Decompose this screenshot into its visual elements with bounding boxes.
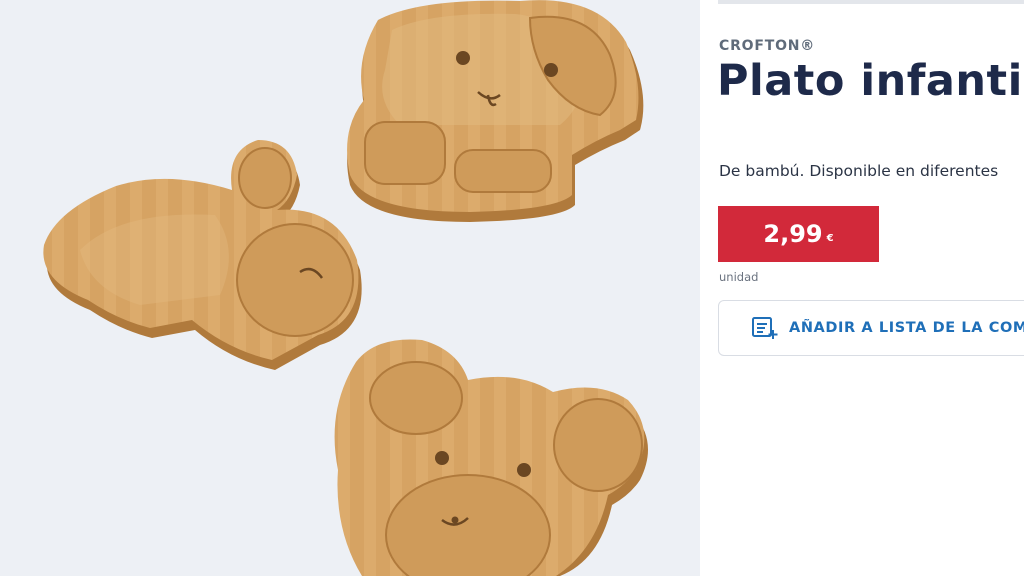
price-value: 2,99 [763,220,823,248]
divider [718,0,1024,4]
product-brand: CROFTON® [719,38,816,54]
bear-plate [334,339,648,576]
add-to-shopping-list-button[interactable]: AÑADIR A LISTA DE LA COMPRA [718,300,1024,356]
product-info-panel: CROFTON® Plato infantil De bambú. Dispon… [700,0,1024,576]
price-currency: € [826,232,834,244]
price-badge: 2,99 € [718,206,879,262]
product-description: De bambú. Disponible en diferentes [719,162,999,180]
product-photo [43,0,648,576]
product-title: Plato infantil [717,56,1024,106]
rabbit-plate [43,140,362,370]
add-to-list-label: AÑADIR A LISTA DE LA COMPRA [789,320,1024,336]
product-image[interactable] [0,0,700,576]
add-to-list-icon [751,316,779,340]
dog-plate [347,0,644,223]
price-unit: unidad [719,270,759,284]
